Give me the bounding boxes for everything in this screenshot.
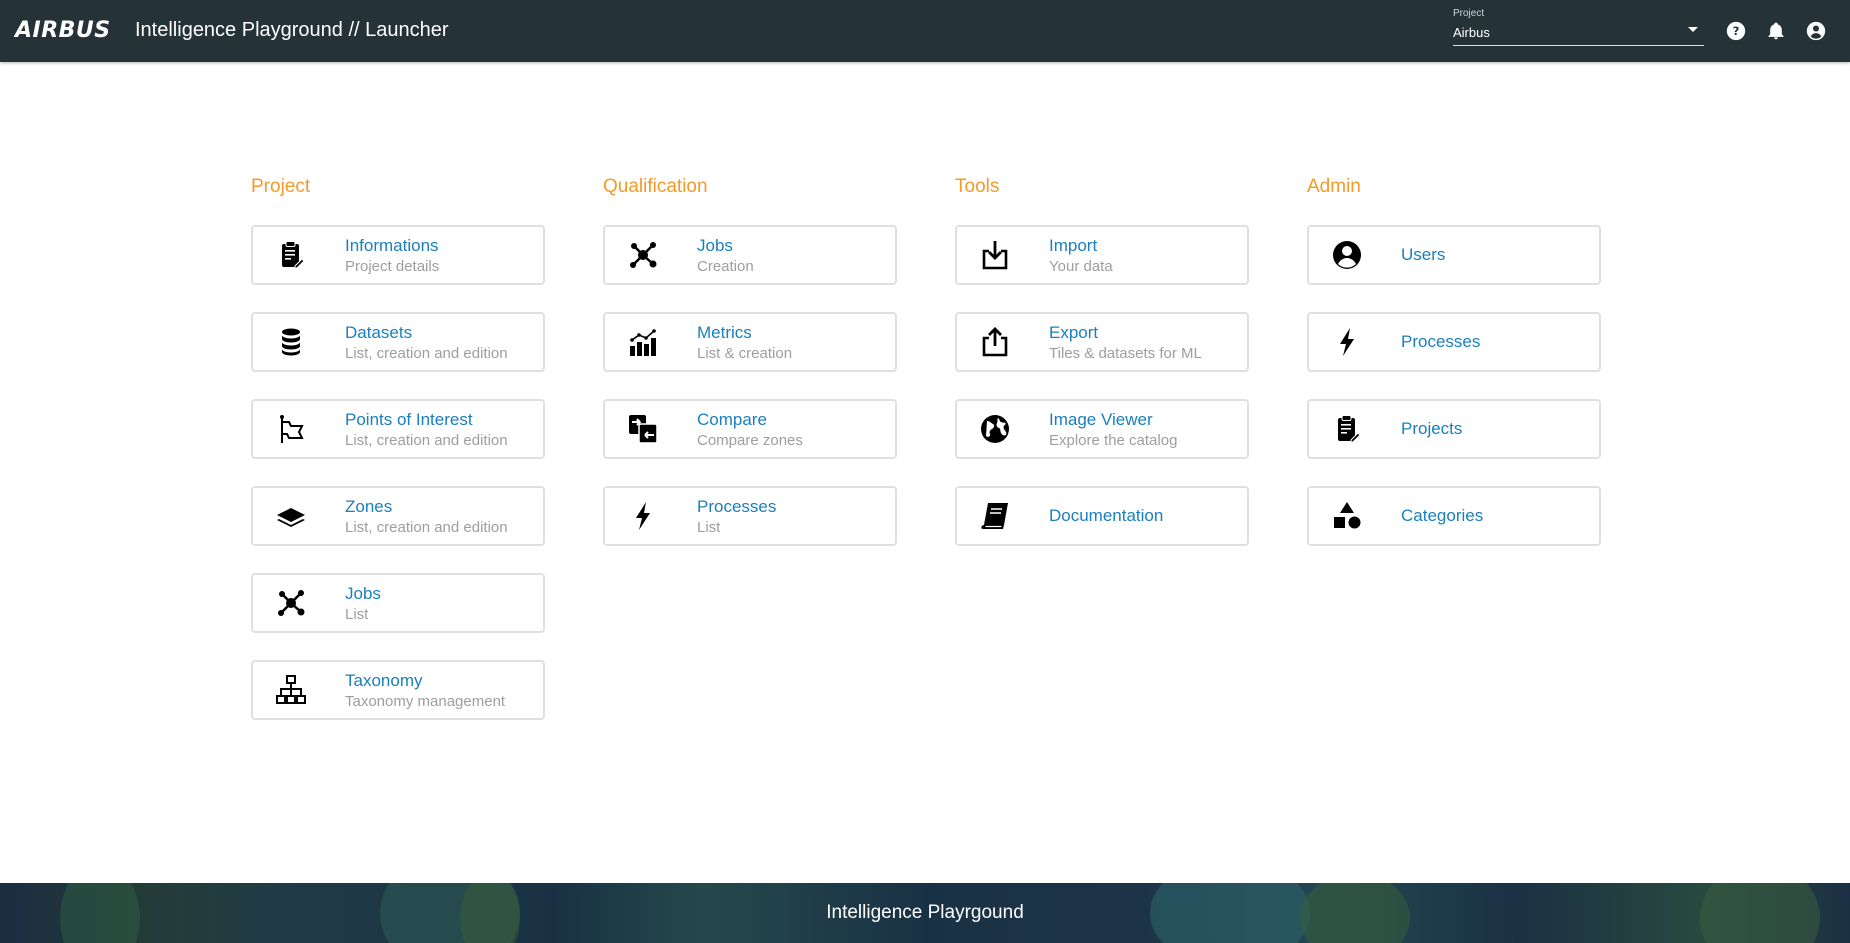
column-title: Tools <box>955 176 1000 197</box>
footer-text: Intelligence Playrgound <box>826 902 1024 923</box>
airbus-logo[interactable]: AIRBUS <box>15 18 111 43</box>
export-icon <box>979 326 1011 358</box>
card-subtitle: List, creation and edition <box>345 345 508 362</box>
card-subtitle: Taxonomy management <box>345 693 506 710</box>
clipboard-icon <box>1331 413 1363 445</box>
card-categories[interactable]: Categories <box>1307 486 1601 546</box>
user-icon <box>1331 239 1363 271</box>
compare-icon <box>627 413 659 445</box>
card-title: Documentation <box>1049 506 1164 525</box>
project-column: Project Informations Project details Dat… <box>251 175 545 747</box>
chevron-down-icon <box>1688 27 1698 32</box>
card-metrics[interactable]: Metrics List & creation <box>603 312 897 372</box>
card-users[interactable]: Users <box>1307 225 1601 285</box>
network-icon <box>275 587 307 619</box>
flag-icon <box>275 413 307 445</box>
card-processes-list[interactable]: Processes List <box>603 486 897 546</box>
chart-icon <box>627 326 659 358</box>
card-subtitle: Explore the catalog <box>1049 432 1178 449</box>
card-jobs-creation[interactable]: Jobs Creation <box>603 225 897 285</box>
card-import[interactable]: Import Your data <box>955 225 1249 285</box>
footer-banner: Intelligence Playrgound <box>0 883 1850 943</box>
card-points-of-interest[interactable]: Points of Interest List, creation and ed… <box>251 399 545 459</box>
bell-icon[interactable] <box>1766 21 1786 41</box>
account-icon[interactable] <box>1806 21 1826 41</box>
column-title: Project <box>251 176 311 197</box>
card-title: Processes <box>697 497 777 516</box>
card-subtitle: List <box>345 606 369 623</box>
column-title: Admin <box>1307 176 1361 197</box>
card-title: Zones <box>345 497 393 516</box>
card-title: Jobs <box>697 236 733 255</box>
layers-icon <box>275 500 307 532</box>
card-datasets[interactable]: Datasets List, creation and edition <box>251 312 545 372</box>
card-zones[interactable]: Zones List, creation and edition <box>251 486 545 546</box>
card-subtitle: List <box>697 519 721 536</box>
shapes-icon <box>1331 500 1363 532</box>
card-title: Taxonomy <box>345 671 423 690</box>
card-title: Projects <box>1401 419 1463 438</box>
help-icon[interactable]: ? <box>1726 21 1746 41</box>
card-title: Import <box>1049 236 1098 255</box>
top-app-bar: AIRBUS Intelligence Playground // Launch… <box>0 0 1850 62</box>
card-subtitle: List & creation <box>697 345 793 362</box>
card-title: Points of Interest <box>345 410 473 429</box>
project-select-value: Airbus <box>1453 25 1490 40</box>
card-documentation[interactable]: Documentation <box>955 486 1249 546</box>
card-projects[interactable]: Projects <box>1307 399 1601 459</box>
clipboard-icon <box>275 239 307 271</box>
tools-column: Tools Import Your data Export Tiles & da… <box>955 175 1249 573</box>
bolt-icon <box>1331 326 1363 358</box>
card-image-viewer[interactable]: Image Viewer Explore the catalog <box>955 399 1249 459</box>
card-subtitle: Your data <box>1049 258 1113 275</box>
card-subtitle: Project details <box>345 258 440 275</box>
bolt-icon <box>627 500 659 532</box>
sitemap-icon <box>275 674 307 706</box>
database-icon <box>275 326 307 358</box>
card-admin-processes[interactable]: Processes <box>1307 312 1601 372</box>
card-title: Image Viewer <box>1049 410 1153 429</box>
card-subtitle: List, creation and edition <box>345 432 508 449</box>
card-compare[interactable]: Compare Compare zones <box>603 399 897 459</box>
card-title: Jobs <box>345 584 381 603</box>
project-select-label: Project <box>1453 8 1485 19</box>
card-subtitle: Tiles & datasets for ML <box>1049 345 1202 362</box>
globe-icon <box>979 413 1011 445</box>
card-title: Processes <box>1401 332 1481 351</box>
project-select[interactable]: Project Airbus <box>1453 6 1704 46</box>
network-icon <box>627 239 659 271</box>
card-title: Categories <box>1401 506 1484 525</box>
app-title: Intelligence Playground // Launcher <box>135 19 449 41</box>
card-title: Compare <box>697 410 767 429</box>
card-subtitle: List, creation and edition <box>345 519 508 536</box>
admin-column: Admin Users Processes Projects Categorie… <box>1307 175 1601 573</box>
card-title: Metrics <box>697 323 752 342</box>
card-informations[interactable]: Informations Project details <box>251 225 545 285</box>
card-export[interactable]: Export Tiles & datasets for ML <box>955 312 1249 372</box>
qualification-column: Qualification Jobs Creation Metrics List… <box>603 175 897 573</box>
svg-text:?: ? <box>1733 24 1740 38</box>
card-title: Informations <box>345 236 439 255</box>
card-title: Export <box>1049 323 1099 342</box>
card-jobs-list[interactable]: Jobs List <box>251 573 545 633</box>
card-subtitle: Creation <box>697 258 754 275</box>
card-title: Datasets <box>345 323 413 342</box>
book-icon <box>979 500 1011 532</box>
card-subtitle: Compare zones <box>697 432 803 449</box>
column-title: Qualification <box>603 176 708 197</box>
import-icon <box>979 239 1011 271</box>
card-title: Users <box>1401 245 1446 264</box>
card-taxonomy[interactable]: Taxonomy Taxonomy management <box>251 660 545 720</box>
